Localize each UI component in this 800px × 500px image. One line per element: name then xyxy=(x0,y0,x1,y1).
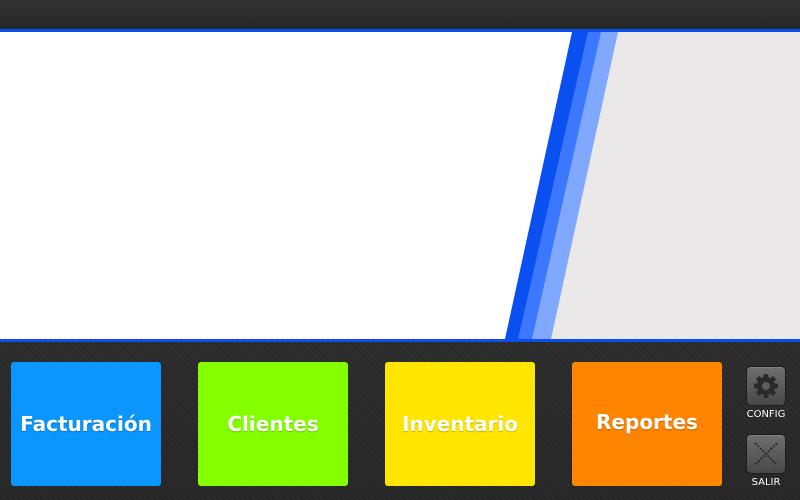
gear-icon xyxy=(746,366,786,406)
close-icon xyxy=(746,434,786,474)
config-button[interactable]: CONFIG xyxy=(745,366,787,420)
banner-graphic xyxy=(0,32,800,339)
banner-panel xyxy=(0,32,800,339)
top-bar xyxy=(0,0,800,29)
reportes-label: Reportes xyxy=(596,410,698,434)
reportes-button[interactable]: Reportes xyxy=(572,362,722,486)
exit-button[interactable]: SALIR xyxy=(745,434,787,488)
inventario-button[interactable]: Inventario xyxy=(385,362,535,486)
clientes-label: Clientes xyxy=(227,412,319,436)
inventario-label: Inventario xyxy=(401,412,519,436)
main-menu-screen: Facturación Clientes Inventario Reportes… xyxy=(0,0,800,500)
facturacion-label: Facturación xyxy=(20,412,152,436)
config-label: CONFIG xyxy=(746,409,786,420)
facturacion-button[interactable]: Facturación xyxy=(11,362,161,486)
exit-label: SALIR xyxy=(751,477,781,488)
clientes-button[interactable]: Clientes xyxy=(198,362,348,486)
